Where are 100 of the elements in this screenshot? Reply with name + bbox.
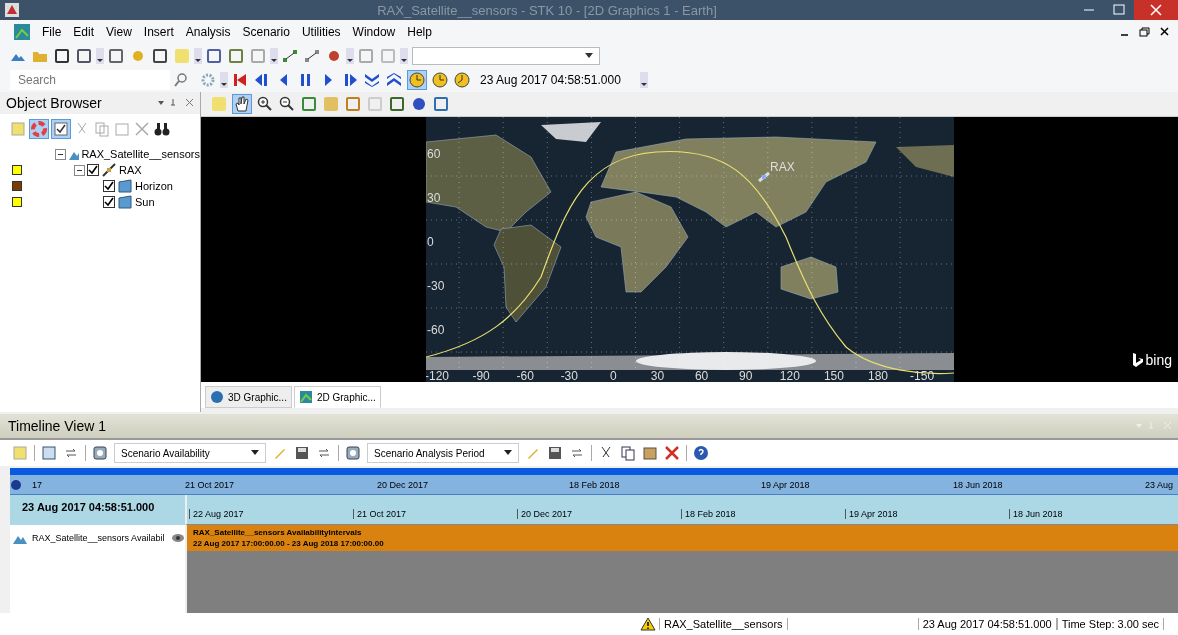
time-slider-handle[interactable] [10,478,22,492]
map-provider-logo: bing [1145,352,1172,368]
ruler-label: 20 Dec 2017 [517,509,573,519]
toolbar-overflow-icon[interactable] [220,72,228,88]
faster-icon[interactable] [386,72,402,88]
toolbar-overflow-icon[interactable] [270,48,278,64]
view-tab[interactable]: 2D Graphic... [293,386,381,408]
menu-item[interactable]: Edit [73,25,95,39]
ruler-label: 19 Apr 2018 [845,509,898,519]
access-icon[interactable] [282,48,298,64]
timeline-scroll-bar[interactable] [10,466,1178,475]
ruler-label: 18 Jun 2018 [953,480,1003,490]
slower-icon[interactable] [364,72,380,88]
menu-item[interactable]: View [106,25,132,39]
latitude-label: -30 [426,279,444,293]
sensor-icon [117,194,133,210]
panel-title: Object Browser [6,95,102,111]
checkbox[interactable] [103,196,115,208]
timeline-row-label: RAX_Satellite__sensors Availabil [32,533,165,543]
color-swatch[interactable] [12,197,22,207]
toolbar-overflow-icon[interactable] [400,48,408,64]
zoom-out-icon[interactable] [279,96,295,112]
tree-item[interactable]: Sun [135,196,155,208]
longitude-label: 60 [694,369,708,382]
menu-item[interactable]: Window [352,25,396,39]
copy-icon[interactable] [620,445,636,461]
checkbox-icon[interactable] [52,120,70,138]
time-filter-dropdown[interactable]: Scenario Availability [114,443,266,463]
status-scenario: RAX_Satellite__sensors [659,618,788,630]
app-logo-icon [4,2,20,18]
longitude-label: 120 [779,369,800,382]
tree-item[interactable]: RAX [119,164,142,176]
search-icon[interactable] [174,73,188,87]
satellite-label: RAX [769,160,795,174]
menu-item[interactable]: Scenario [242,25,290,39]
menu-item[interactable]: Utilities [301,25,341,39]
overview-ruler[interactable]: 17 21 Oct 2017 20 Dec 2017 18 Feb 2018 19 Apr 2018 18 Jun 2018 23 Aug [10,475,1178,495]
pan-hand-icon[interactable] [233,95,251,113]
zoom-in-icon[interactable] [257,96,273,112]
delete-icon[interactable] [664,445,680,461]
help-icon[interactable] [693,445,709,461]
window-title: RAX_Satellite__sensors - STK 10 - [2D Graphics 1 - Earth] [376,2,718,18]
toolbar-overflow-icon[interactable] [96,48,104,64]
caret-icon [504,450,512,456]
ruler-label: 22 Aug 2017 [189,509,244,519]
bing-logo-icon [1131,352,1144,368]
longitude-label: -150 [909,369,934,382]
tree-item[interactable]: Horizon [135,180,173,192]
clock-icon[interactable] [432,72,448,88]
time-filter-dropdown[interactable]: Scenario Analysis Period [367,443,519,463]
clock-icon[interactable] [454,72,470,88]
color-swatch[interactable] [12,181,22,191]
checkbox[interactable] [103,180,115,192]
skip-start-icon[interactable] [232,72,248,88]
satellite-icon [757,171,770,183]
ruler-label: 18 Feb 2018 [569,480,620,490]
tree-item[interactable]: RAX_Satellite__sensors [81,148,200,160]
menu-item[interactable]: Insert [143,25,174,39]
toolbar-overflow-icon[interactable] [194,48,202,64]
step-forward-icon[interactable] [342,72,358,88]
menu-item[interactable]: Analysis [185,25,231,39]
latitude-label: 30 [426,191,440,205]
ruler-label: 18 Feb 2018 [681,509,736,519]
longitude-label: 150 [823,369,844,382]
interval-title: RAX_Satellite__sensors AvailabilityIntervals [193,527,363,538]
menu-item[interactable]: Help [407,25,432,39]
latitude-label: -60 [426,323,444,337]
search-field[interactable]: Search [10,70,170,90]
restore-icon[interactable] [1138,26,1152,38]
ruler-label: 21 Oct 2017 [353,509,407,519]
document-icon [14,24,30,40]
color-wheel-icon[interactable] [30,120,48,138]
collapse-icon[interactable] [54,148,66,160]
collapse-icon[interactable] [74,164,85,176]
current-time-label: 23 Aug 2017 04:58:51.000 [21,500,156,515]
ruler-label: 18 Jun 2018 [1009,509,1063,519]
menu-item[interactable]: File [42,25,62,39]
latitude-label: 60 [426,147,440,161]
sensor-icon [117,178,133,194]
panel-controls-icon[interactable] [156,97,196,109]
ruler-label: 17 [32,480,42,490]
animation-time-field[interactable]: 23 Aug 2017 04:58:51.000 [474,71,636,89]
longitude-label: 0 [609,369,617,382]
view-tab[interactable]: 3D Graphic... [205,386,292,408]
toolbar-overflow-icon[interactable] [346,48,354,64]
checkbox[interactable] [87,164,99,176]
availability-interval-bar[interactable]: RAX_Satellite__sensors AvailabilityIntervals 22 Aug 2017 17:00:00.00 - 23 Aug 2018 17:00:00.00 [185,525,1178,551]
binoculars-icon[interactable] [154,121,170,137]
toolbar-overflow-icon[interactable] [640,72,648,88]
latitude-label: 0 [426,235,434,249]
close-icon[interactable] [1158,26,1172,38]
satellite-icon [101,162,117,178]
calendar-icon[interactable] [41,445,57,461]
longitude-label: -30 [560,369,578,382]
step-back-icon[interactable] [254,72,270,88]
real-time-clock-icon[interactable] [408,71,426,89]
color-swatch[interactable] [12,165,22,175]
caret-icon [251,450,259,456]
eye-icon[interactable] [171,533,185,543]
longitude-label: -60 [516,369,534,382]
